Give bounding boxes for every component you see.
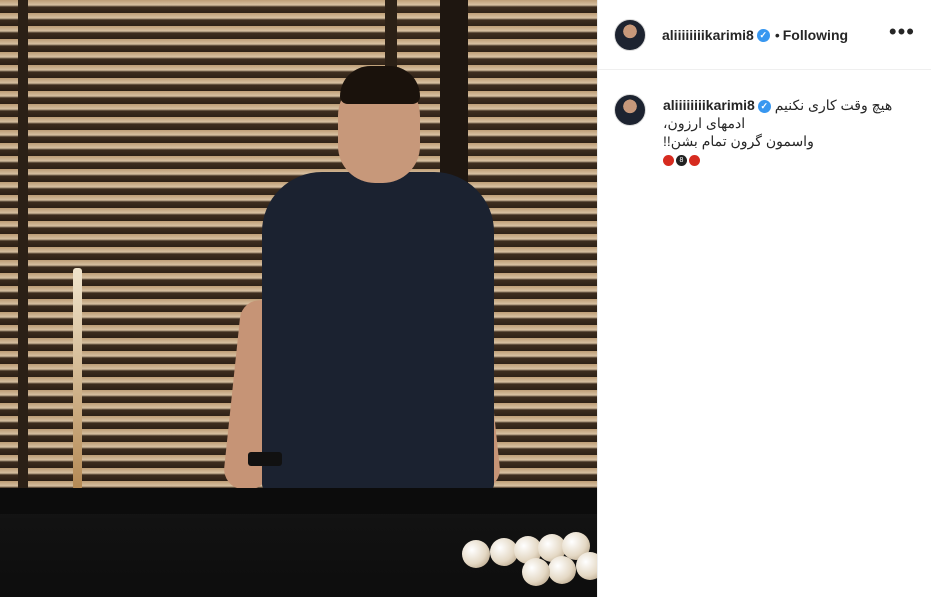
panel-divider (597, 0, 598, 597)
person-hair (340, 66, 420, 104)
apple-emoji-icon (663, 154, 674, 166)
caption-text-line: !!واسمون گرون تمام بشن (663, 133, 814, 149)
caption-avatar[interactable] (614, 94, 646, 126)
more-options-icon[interactable]: ••• (889, 21, 915, 43)
pool-cue (73, 268, 82, 490)
8-ball-emoji-icon: 8 (676, 154, 687, 166)
pool-table-rail (0, 488, 597, 514)
verified-badge-icon: ✓ (757, 99, 771, 113)
caption-text-line: هیچ وقت کاری نکنیم (774, 97, 893, 113)
header-username[interactable]: aliiiiiiiikarimi8 (662, 27, 754, 43)
pool-ball (576, 552, 597, 580)
caption-username[interactable]: aliiiiiiiikarimi8 (663, 97, 755, 113)
caption-body: aliiiiiiiikarimi8 ✓ هیچ وقت کاری نکنیم ،ا… (663, 96, 913, 169)
wristwatch (248, 452, 282, 466)
following-button[interactable]: Following (783, 27, 848, 43)
verified-badge-icon: ✓ (756, 29, 770, 43)
post-header: aliiiiiiiikarimi8 ✓ • Following ••• (598, 0, 931, 70)
emoji-row: 8 (663, 151, 913, 169)
post-photo[interactable] (0, 0, 597, 597)
window-frame (18, 0, 28, 500)
pool-ball (462, 540, 490, 568)
pool-ball (548, 556, 576, 584)
apple-emoji-icon (689, 154, 700, 166)
pool-ball (522, 558, 550, 586)
caption-first-line: aliiiiiiiikarimi8 ✓ هیچ وقت کاری نکنیم (663, 96, 913, 114)
person-shirt (262, 172, 494, 492)
avatar[interactable] (614, 19, 646, 51)
caption-text-line: ،ادمهای ارزون (663, 115, 746, 131)
separator-dot: • (774, 27, 780, 43)
header-user-row: aliiiiiiiikarimi8 ✓ • Following (662, 27, 848, 45)
